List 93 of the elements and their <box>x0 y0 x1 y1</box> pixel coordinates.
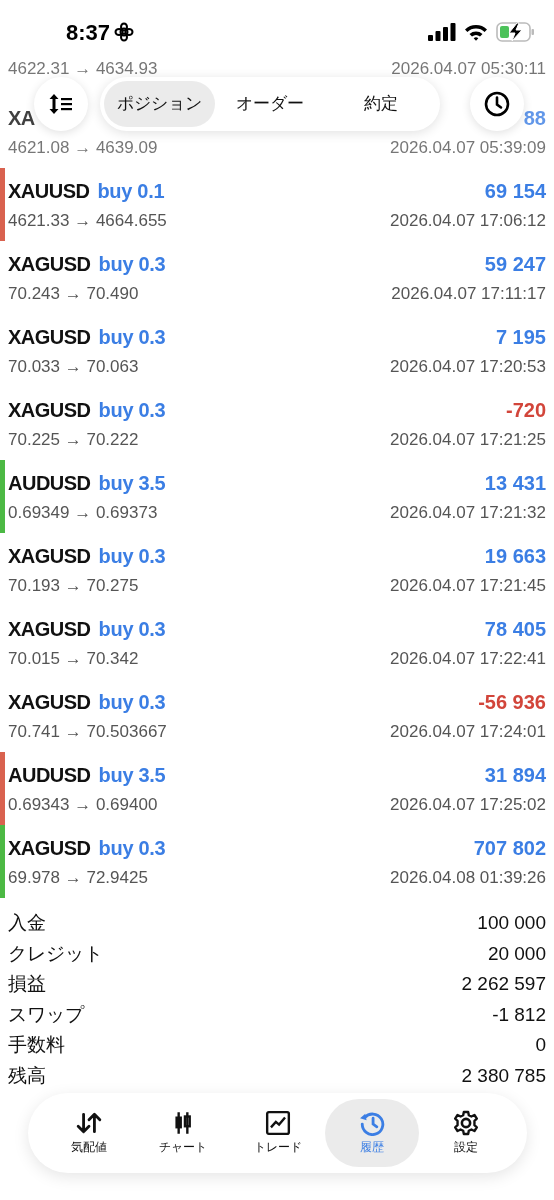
trade-prices: 0.69343 → 0.69400 <box>8 794 158 816</box>
trade-prices: 70.243 → 70.490 <box>8 283 139 305</box>
trade-profit: -720 <box>505 398 546 423</box>
trade-side: buy 0.3 <box>98 325 166 350</box>
trade-row[interactable]: AUDUSD buy 3.5 13 431 0.69349 → 0.69373 2026.04.07 17:21:32 <box>0 460 554 533</box>
trade-time: 2026.04.07 05:39:09 <box>390 137 546 159</box>
trade-time: 2026.04.08 01:39:26 <box>390 867 546 889</box>
trade-symbol: XAGUSD <box>8 617 91 642</box>
trade-symbol: XAGUSD <box>8 544 91 569</box>
trade-profit: 69 154 <box>484 179 546 204</box>
tab-bar-item[interactable]: 設定 <box>418 1099 513 1167</box>
trade-side: buy 0.3 <box>98 252 166 277</box>
summary-value: 0 <box>535 1033 546 1057</box>
summary-value: 100 000 <box>477 911 546 935</box>
trade-time: 2026.04.07 17:06:12 <box>390 210 546 232</box>
tab-bar-item[interactable]: チャート <box>136 1099 231 1167</box>
line-chart-icon <box>264 1110 291 1136</box>
trade-profit: -56 936 <box>478 690 546 715</box>
summary-value: 20 000 <box>487 941 546 966</box>
trade-row[interactable]: XAGUSD buy 0.3 707 802 69.978 → 72.9425 2026.04.08 01:39:26 <box>0 825 554 898</box>
summary-label: 残高 <box>8 1063 46 1088</box>
trade-time: 2026.04.07 17:20:53 <box>390 356 546 378</box>
arrows-icon <box>76 1110 103 1136</box>
trade-time: 2026.04.07 17:22:41 <box>390 648 546 670</box>
trade-profit: 59 247 <box>484 252 546 277</box>
signal-icon <box>428 23 456 41</box>
trade-profit: 31 894 <box>484 763 546 788</box>
trade-prices: 4622.31 → 4634.93 <box>8 58 158 80</box>
segment-tab[interactable]: 約定 <box>325 81 436 127</box>
trade-prices: 0.69349 → 0.69373 <box>8 502 158 524</box>
trade-profit: 13 431 <box>484 471 546 496</box>
battery-charging-icon <box>496 22 536 42</box>
trade-time: 2026.04.07 17:21:25 <box>390 429 546 451</box>
trade-profit: 88 <box>523 106 546 131</box>
trade-prices: 4621.33 → 4664.655 <box>8 210 167 232</box>
summary-label: クレジット <box>8 941 103 966</box>
trade-side: buy 0.3 <box>98 690 166 715</box>
sort-list-icon <box>49 93 73 115</box>
tab-bar-item[interactable]: 履歴 <box>324 1099 419 1167</box>
segment-tab[interactable]: オーダー <box>214 81 326 127</box>
trade-time: 2026.04.07 17:21:45 <box>390 575 546 597</box>
trade-symbol: XAGUSD <box>8 325 91 350</box>
trade-prices: 70.033 → 70.063 <box>8 356 139 378</box>
trade-side: buy 0.3 <box>98 617 166 642</box>
trade-profit: 19 663 <box>484 544 546 569</box>
trade-time: 2026.04.07 17:25:02 <box>390 794 546 816</box>
trade-profit: 78 405 <box>484 617 546 642</box>
trade-prices: 69.978 → 72.9425 <box>8 867 148 889</box>
summary-value: -1 812 <box>492 1002 546 1027</box>
trade-side: buy 0.3 <box>98 836 166 861</box>
wifi-icon <box>464 23 488 41</box>
trade-symbol: AUDUSD <box>8 763 91 788</box>
trade-time: 2026.04.07 17:11:17 <box>391 283 546 305</box>
trade-symbol: XAUUSD <box>8 179 90 204</box>
trade-row[interactable]: AUDUSD buy 3.5 31 894 0.69343 → 0.69400 2026.04.07 17:25:02 <box>0 752 554 825</box>
tab-bar-item[interactable]: 気配値 <box>42 1099 137 1167</box>
summary-label: 損益 <box>8 972 46 996</box>
trade-prices: 70.015 → 70.342 <box>8 648 139 670</box>
trade-side: buy 0.1 <box>97 179 165 204</box>
summary-label: 手数料 <box>8 1033 65 1057</box>
trade-prices: 70.193 → 70.275 <box>8 575 139 597</box>
trade-symbol: XAGUSD <box>8 398 91 423</box>
trade-symbol: XAGUSD <box>8 252 91 277</box>
trade-side: buy 0.3 <box>98 398 166 423</box>
summary-label: スワップ <box>8 1002 84 1027</box>
segment-tab[interactable]: ポジション <box>104 81 215 127</box>
summary-value: 2 380 785 <box>461 1063 546 1088</box>
trade-prices: 70.225 → 70.222 <box>8 429 139 451</box>
trade-profit: 707 802 <box>473 836 546 861</box>
trade-row[interactable]: XAUUSD buy 0.1 69 154 4621.33 → 4664.655 2026.04.07 17:06:12 <box>0 168 554 241</box>
trade-side: buy 3.5 <box>98 763 166 788</box>
trade-symbol: XAGUSD <box>8 836 91 861</box>
settings-icon <box>452 1110 479 1136</box>
trade-profit: 7 195 <box>495 325 546 350</box>
history-icon <box>358 1110 385 1136</box>
clock-button[interactable] <box>470 77 524 131</box>
trade-time: 2026.04.07 17:21:32 <box>390 502 546 524</box>
trade-symbol: XA <box>8 106 35 131</box>
sort-button[interactable] <box>34 77 88 131</box>
flower-icon <box>114 22 135 42</box>
clock-icon <box>484 91 510 117</box>
trade-prices: 4621.08 → 4639.09 <box>8 137 158 159</box>
clock-time: 8:37 <box>66 18 111 47</box>
summary-label: 入金 <box>8 911 46 935</box>
trade-time: 2026.04.07 17:24:01 <box>390 721 546 743</box>
trade-prices: 70.741 → 70.503667 <box>8 721 167 743</box>
trade-symbol: XAGUSD <box>8 690 91 715</box>
trade-symbol: AUDUSD <box>8 471 91 496</box>
trade-time: 2026.04.07 05:30:11 <box>391 58 546 80</box>
trade-side: buy 0.3 <box>98 544 166 569</box>
trade-side: buy 3.5 <box>98 471 166 496</box>
tab-bar-item[interactable]: トレード <box>230 1099 325 1167</box>
summary-value: 2 262 597 <box>461 972 546 996</box>
